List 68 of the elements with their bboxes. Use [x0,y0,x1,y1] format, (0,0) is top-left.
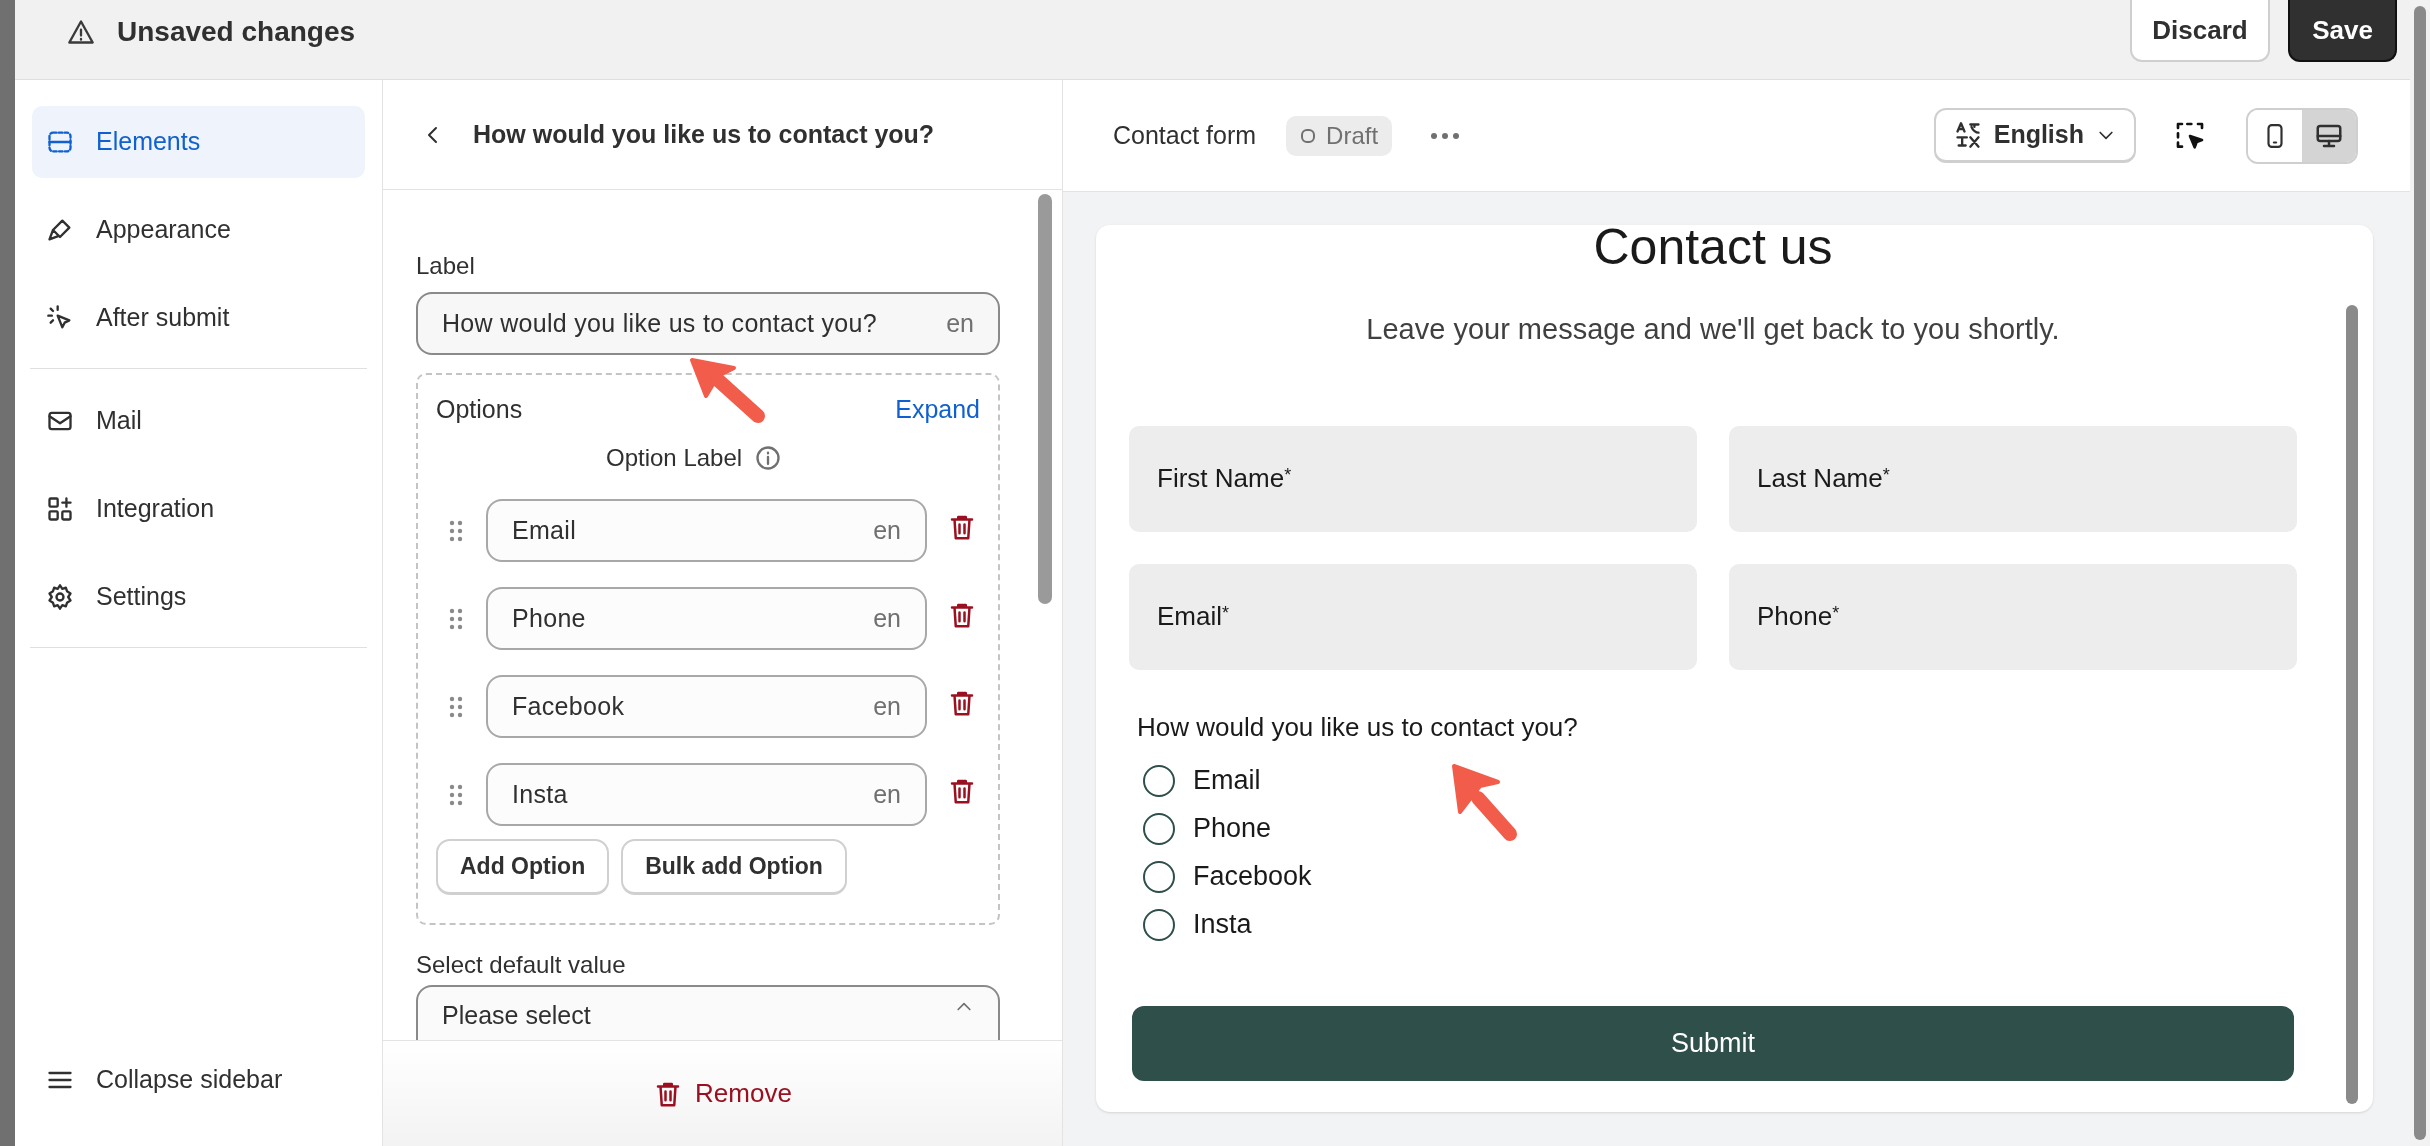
required-mark: * [1222,602,1230,623]
field-label: Label [416,251,476,278]
option-input[interactable]: Email en [486,499,927,562]
scrollbar-thumb[interactable] [1038,194,1052,604]
sidebar-item[interactable]: Elements [32,106,365,178]
form-subtitle: Leave your message and we'll get back to you shortly. [1365,312,2061,347]
form-input[interactable]: First Name* [1129,425,1697,532]
translate-icon [1953,121,1982,149]
status-badge: Draft [1286,115,1393,156]
option-input[interactable]: Insta en [486,763,927,826]
bulk-add-option-button[interactable]: Bulk add Option [621,839,847,895]
form-title: Contact us [1592,225,1834,272]
form-input[interactable]: Email* [1129,563,1697,670]
save-button[interactable]: Save [2288,0,2397,62]
page-title: Unsaved changes [117,15,356,49]
discard-button[interactable]: Discard [2130,0,2270,62]
sidebar-item[interactable]: After submit [32,282,365,354]
option-input[interactable]: Facebook en [486,675,927,738]
language-tag: en [873,775,901,814]
form-input[interactable]: Last Name* [1729,425,2297,532]
panel-title: How would you like us to contact you? [473,118,935,150]
question-label: How would you like us to contact you? [1137,710,1579,744]
scrollbar-thumb[interactable] [2345,305,2358,1104]
scrollbar-thumb[interactable] [2414,6,2426,1140]
radio-option[interactable]: Phone [1143,804,2297,853]
required-mark: * [1832,602,1840,623]
add-option-button[interactable]: Add Option [436,839,610,895]
language-tag: en [873,511,901,550]
language-tag: en [873,687,901,726]
sidebar-item[interactable]: Mail [32,385,365,457]
expand-link[interactable]: Expand [895,391,980,429]
sidebar-icon [46,583,74,611]
required-mark: * [1882,464,1890,485]
sidebar-icon [46,495,74,523]
form-input[interactable]: Phone* [1729,563,2297,670]
field-label: Select default value [416,950,627,977]
remove-button[interactable]: Remove [653,1074,792,1113]
radio-option[interactable]: Insta [1143,900,2297,949]
language-dropdown[interactable]: English [1933,108,2136,163]
language-tag: en [946,304,974,343]
status-icon [1300,127,1317,144]
radio-button[interactable] [1143,860,1175,893]
sidebar-item[interactable]: Settings [32,561,365,633]
desktop-view-button[interactable] [2302,109,2356,162]
form-name: Contact form [1113,119,1257,151]
drag-handle-icon[interactable] [448,782,464,807]
sidebar-item[interactable]: Integration [32,473,365,545]
more-icon[interactable] [1430,131,1461,140]
column-header: Option Label [606,443,743,473]
default-value-select[interactable]: Please select [416,985,1000,1040]
radio-option[interactable]: Facebook [1143,852,2297,901]
radio-button[interactable] [1143,812,1175,845]
language-tag: en [873,599,901,638]
radio-option[interactable]: Email [1143,756,2297,805]
radio-button[interactable] [1143,908,1175,941]
info-icon [754,444,783,472]
label-input[interactable]: How would you like us to contact you? en [416,292,1000,355]
option-input[interactable]: Phone en [486,587,927,650]
required-mark: * [1284,464,1292,485]
section-title: Options [436,394,523,426]
sidebar-item[interactable]: Appearance [32,194,365,266]
collapse-sidebar-button[interactable]: Collapse sidebar [32,1050,365,1110]
drag-handle-icon[interactable] [448,518,464,543]
drag-handle-icon[interactable] [448,694,464,719]
submit-button[interactable]: Submit [1132,1005,2294,1081]
warning-icon [67,18,95,46]
radio-button[interactable] [1143,764,1175,797]
drag-handle-icon[interactable] [448,606,464,631]
